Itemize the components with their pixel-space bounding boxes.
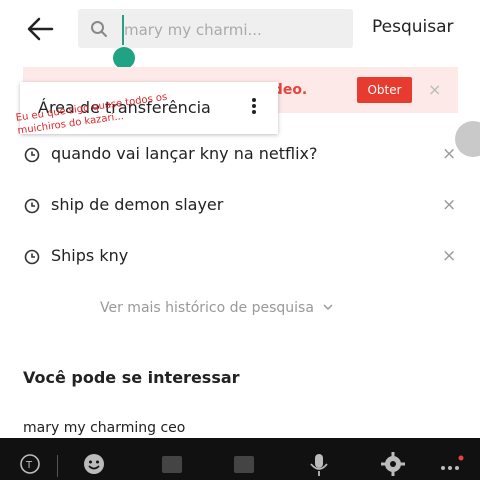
text-cursor — [122, 15, 124, 45]
more-vertical-icon[interactable] — [247, 96, 261, 118]
chevron-down-icon — [323, 304, 333, 311]
cursor-handle[interactable] — [113, 47, 135, 69]
gif-icon[interactable] — [232, 452, 256, 476]
more-horizontal-icon[interactable] — [438, 452, 464, 476]
search-input[interactable] — [124, 18, 344, 42]
back-arrow-icon[interactable] — [24, 12, 58, 46]
more-history-link[interactable]: Ver mais histórico de pesquisa — [100, 300, 334, 316]
suggestions-title: Você pode se interessar — [23, 368, 240, 387]
settings-icon[interactable] — [381, 452, 405, 476]
search-icon — [91, 21, 107, 37]
remove-history-icon[interactable]: × — [442, 144, 456, 164]
history-item[interactable]: ship de demon slayer — [51, 195, 223, 214]
clock-icon — [24, 198, 40, 214]
translate-icon[interactable]: T — [18, 452, 44, 476]
banner-close-icon[interactable]: × — [428, 80, 441, 99]
history-item[interactable]: Ships kny — [51, 246, 128, 265]
history-item[interactable]: quando vai lançar kny na netflix? — [51, 144, 317, 163]
svg-text:T: T — [25, 460, 33, 471]
emoji-icon[interactable] — [82, 452, 106, 476]
clock-icon — [24, 249, 40, 265]
sticker-icon[interactable] — [160, 452, 184, 476]
floating-bubble[interactable] — [455, 121, 480, 157]
clock-icon — [24, 147, 40, 163]
remove-history-icon[interactable]: × — [442, 246, 456, 266]
remove-history-icon[interactable]: × — [442, 195, 456, 215]
more-history-label: Ver mais histórico de pesquisa — [100, 300, 314, 316]
suggestion-item[interactable]: mary my charming ceo — [23, 420, 185, 436]
get-button[interactable]: Obter — [357, 77, 412, 103]
toolbar-divider — [57, 455, 58, 477]
search-button[interactable]: Pesquisar — [372, 17, 454, 37]
mic-icon[interactable] — [308, 452, 330, 478]
